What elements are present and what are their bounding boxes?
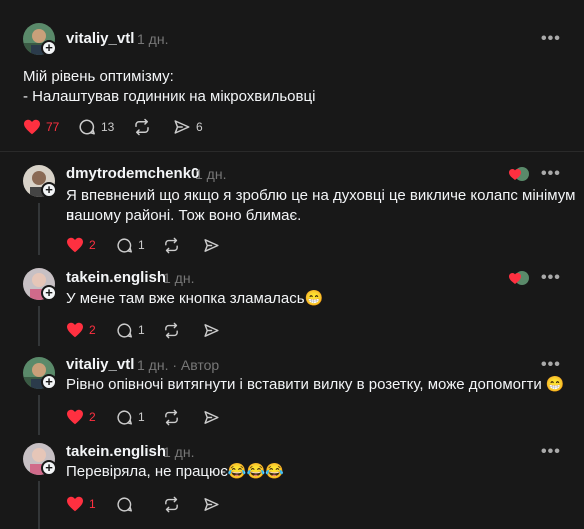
share-icon <box>204 410 219 424</box>
timestamp-value: 1 дн. <box>137 357 169 373</box>
timestamp: 1 дн. <box>163 444 195 460</box>
reply-button[interactable]: 1 <box>116 407 145 427</box>
share-button[interactable] <box>203 235 220 255</box>
liked-by-author-icon <box>509 271 529 285</box>
follow-button[interactable]: + <box>41 182 57 198</box>
repost-icon <box>165 237 178 253</box>
action-bar: 77 13 6 <box>23 117 223 137</box>
reply-count: 1 <box>138 410 145 424</box>
comment-icon <box>117 496 132 512</box>
thread-line <box>38 481 40 529</box>
repost-button[interactable] <box>163 320 180 340</box>
share-icon <box>204 323 219 337</box>
action-bar: 1 <box>66 494 246 514</box>
reply-item: + takein.english 1 дн. ••• У мене там вж… <box>0 263 584 348</box>
reply-button[interactable]: 13 <box>78 117 114 137</box>
comment-icon <box>79 119 95 135</box>
action-bar: 2 1 <box>66 320 246 340</box>
like-count: 2 <box>89 238 96 252</box>
heart-icon <box>67 237 83 253</box>
repost-button[interactable] <box>163 407 180 427</box>
more-options-icon[interactable]: ••• <box>541 165 561 183</box>
follow-button[interactable]: + <box>41 40 57 56</box>
follow-button[interactable]: + <box>41 285 57 301</box>
like-count: 2 <box>89 410 96 424</box>
share-button[interactable] <box>203 320 220 340</box>
reply-item: + vitaliy_vtl 1 дн. · Автор ••• Рівно оп… <box>0 350 584 435</box>
post-text-line-2: - Налаштував годинник на мікрохвильовці <box>23 88 316 105</box>
timestamp: 1 дн. <box>137 31 169 47</box>
share-button[interactable]: 6 <box>173 117 203 137</box>
post-text-line-1: Мій рівень оптимізму: <box>23 68 174 85</box>
repost-button[interactable] <box>133 117 151 137</box>
share-count: 6 <box>196 120 203 134</box>
share-button[interactable] <box>203 494 220 514</box>
heart-icon <box>24 119 40 135</box>
like-button[interactable]: 1 <box>66 494 96 514</box>
heart-icon <box>67 496 83 512</box>
repost-icon <box>135 118 149 136</box>
action-bar: 2 1 <box>66 407 246 427</box>
comment-icon <box>117 322 132 338</box>
like-button[interactable]: 77 <box>23 117 59 137</box>
reply-count: 13 <box>101 120 115 134</box>
username[interactable]: vitaliy_vtl <box>66 30 134 47</box>
more-options-icon[interactable]: ••• <box>541 443 561 461</box>
like-button[interactable]: 2 <box>66 320 96 340</box>
like-count: 1 <box>89 497 96 511</box>
username[interactable]: dmytrodemchenk0 <box>66 165 199 182</box>
thread-line <box>38 306 40 346</box>
more-options-icon[interactable]: ••• <box>541 269 561 287</box>
reply-button[interactable]: 1 <box>116 235 145 255</box>
comment-icon <box>117 237 132 253</box>
thread-line <box>38 395 40 435</box>
comment-icon <box>117 409 132 425</box>
reply-item: + takein.english 1 дн. ••• Перевіряла, н… <box>0 437 584 529</box>
reply-text: Перевіряла, не працює😂😂😂 <box>66 463 284 480</box>
username[interactable]: takein.english <box>66 443 166 460</box>
timestamp: 1 дн. <box>163 270 195 286</box>
repost-icon <box>165 496 178 512</box>
thread-line <box>38 203 40 255</box>
share-icon <box>174 120 190 134</box>
reply-count: 1 <box>138 323 145 337</box>
liked-by-author-icon <box>509 167 529 181</box>
reply-count: 1 <box>138 238 145 252</box>
reply-text: У мене там вже кнопка зламалась😁 <box>66 290 324 307</box>
follow-button[interactable]: + <box>41 460 57 476</box>
repost-button[interactable] <box>163 494 180 514</box>
timestamp: 1 дн. · Автор <box>137 357 219 373</box>
like-count: 77 <box>46 120 60 134</box>
share-button[interactable] <box>203 407 220 427</box>
more-options-icon[interactable]: ••• <box>541 356 561 374</box>
reply-item: + dmytrodemchenk0 1 дн. ••• Я впевнений … <box>0 160 584 255</box>
timestamp: 1 дн. <box>195 166 227 182</box>
reply-button[interactable] <box>116 494 133 514</box>
like-button[interactable]: 2 <box>66 235 96 255</box>
reply-text-line-2: нашому районі. Тож воно блимає. <box>66 207 302 224</box>
follow-button[interactable]: + <box>41 374 57 390</box>
share-icon <box>204 497 219 511</box>
reply-button[interactable]: 1 <box>116 320 145 340</box>
like-button[interactable]: 2 <box>66 407 96 427</box>
action-bar: 2 1 <box>66 235 246 255</box>
like-count: 2 <box>89 323 96 337</box>
divider <box>0 151 584 152</box>
username[interactable]: vitaliy_vtl <box>66 356 134 373</box>
author-tag: · Автор <box>172 357 220 373</box>
main-post: + vitaliy_vtl 1 дн. ••• Мій рівень оптим… <box>0 0 584 150</box>
reply-text: Рівно опівночі витягнути і вставити вилк… <box>66 376 565 393</box>
heart-icon <box>67 409 83 425</box>
heart-icon <box>67 322 83 338</box>
repost-icon <box>165 409 178 425</box>
share-icon <box>204 238 219 252</box>
username[interactable]: takein.english <box>66 269 166 286</box>
repost-button[interactable] <box>163 235 180 255</box>
more-options-icon[interactable]: ••• <box>541 30 561 48</box>
repost-icon <box>165 322 178 338</box>
